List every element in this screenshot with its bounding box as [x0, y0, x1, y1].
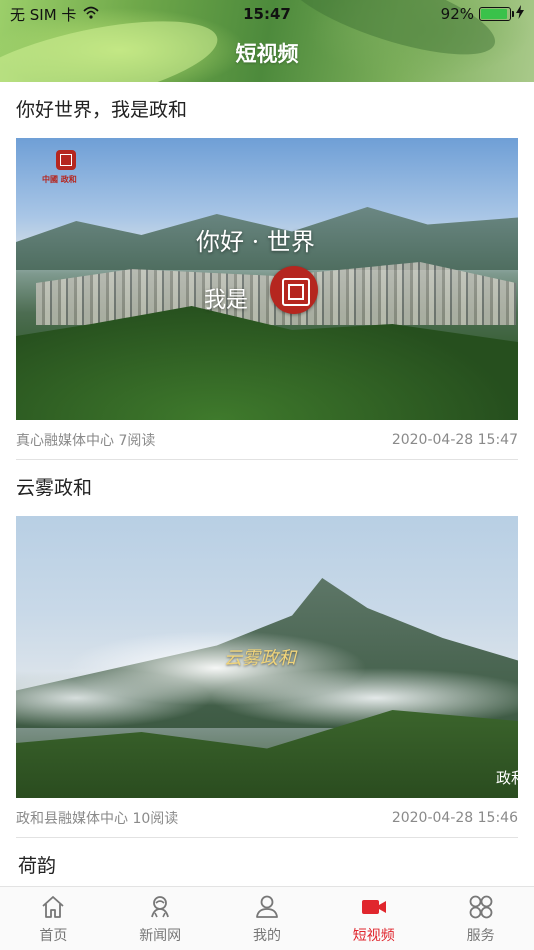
- video-datetime: 2020-04-28 15:46: [391, 809, 518, 826]
- page-title: 短视频: [235, 42, 299, 66]
- tab-home[interactable]: 首页: [0, 887, 107, 950]
- video-meta: 政和县融媒体中心 10阅读 2020-04-28 15:46: [16, 798, 518, 838]
- video-datetime: 2020-04-28 15:47: [391, 431, 518, 448]
- wifi-icon: [82, 5, 100, 23]
- video-card[interactable]: 你好世界，我是政和 中國 政和 你好 · 世界 我是 真心融媒体中心 7阅读 2…: [0, 82, 534, 460]
- logo-text: 中國 政和: [42, 174, 77, 184]
- video-title[interactable]: 云雾政和: [16, 460, 518, 516]
- tab-services[interactable]: 服务: [427, 887, 534, 950]
- video-title[interactable]: 你好世界，我是政和: [16, 82, 518, 138]
- video-source: 政和县融媒体中心 10阅读: [16, 810, 179, 827]
- thumbnail-caption: 你好 · 世界: [196, 228, 315, 256]
- thumbnail-corner-text: 政和: [495, 769, 518, 787]
- status-bar: 无 SIM 卡 15:47 92%: [0, 0, 534, 28]
- video-thumbnail[interactable]: 云雾政和 政和: [16, 516, 518, 798]
- tab-label: 我的: [252, 927, 281, 944]
- video-source: 真心融媒体中心 7阅读: [16, 432, 156, 449]
- video-thumbnail[interactable]: 中國 政和 你好 · 世界 我是: [16, 138, 518, 420]
- battery-icon: [479, 7, 514, 21]
- header: 无 SIM 卡 15:47 92% 短视频: [0, 0, 534, 82]
- tab-label: 新闻网: [139, 927, 182, 944]
- tab-news[interactable]: 新闻网: [107, 887, 214, 950]
- tab-label: 短视频: [352, 927, 395, 944]
- seal-logo-icon: [56, 150, 76, 170]
- thumbnail-caption: 我是: [204, 288, 249, 313]
- tab-bar: 首页 新闻网 我的 短视频 服务: [0, 886, 534, 950]
- home-icon: [42, 895, 64, 918]
- user-icon: [256, 895, 278, 918]
- charging-icon: [516, 5, 524, 23]
- battery-fill: [481, 9, 507, 19]
- tab-label: 首页: [39, 927, 68, 944]
- tab-short-video[interactable]: 短视频: [320, 887, 427, 950]
- battery-percent: 92%: [440, 5, 474, 23]
- video-feed[interactable]: 你好世界，我是政和 中國 政和 你好 · 世界 我是 真心融媒体中心 7阅读 2…: [0, 82, 534, 886]
- video-camera-icon: [361, 899, 386, 914]
- video-card[interactable]: 云雾政和 云雾政和 政和 政和县融媒体中心 10阅读 2020-04-28 15…: [0, 460, 534, 838]
- video-meta: 真心融媒体中心 7阅读 2020-04-28 15:47: [16, 420, 518, 460]
- news-icon: [151, 895, 170, 917]
- thumbnail-caption: 云雾政和: [224, 648, 296, 669]
- status-left: 无 SIM 卡: [10, 4, 100, 25]
- status-right: 92%: [441, 5, 524, 23]
- video-title[interactable]: 荷韵: [0, 838, 534, 886]
- tab-mine[interactable]: 我的: [214, 887, 321, 950]
- tab-label: 服务: [466, 927, 495, 944]
- carrier-label: 无 SIM 卡: [10, 5, 77, 24]
- grid-icon: [469, 895, 492, 918]
- seal-icon: [270, 266, 318, 314]
